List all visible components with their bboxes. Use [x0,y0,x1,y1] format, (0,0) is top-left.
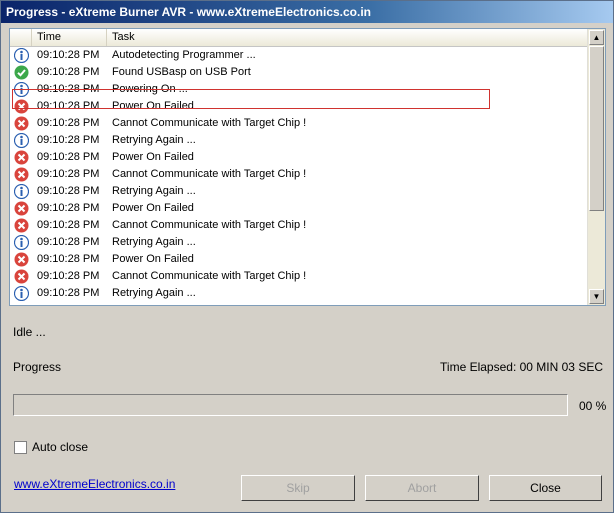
skip-button[interactable]: Skip [241,475,355,501]
info-icon [14,82,29,97]
error-icon [14,150,29,165]
website-link[interactable]: www.eXtremeElectronics.co.in [14,477,175,491]
log-task: Retrying Again ... [112,287,196,299]
log-row[interactable]: 09:10:28 PM Retrying Again ... [10,183,588,200]
log-row[interactable]: 09:10:28 PM Retrying Again ... [10,132,588,149]
log-task: Cannot Communicate with Target Chip ! [112,117,307,129]
log-row[interactable]: 09:10:28 PM Cannot Communicate with Targe… [10,268,588,285]
progress-percent: 00 % [579,399,607,413]
log-task: Retrying Again ... [112,134,196,146]
log-time: 09:10:28 PM [37,83,100,95]
log-row[interactable]: 09:10:28 PM Retrying Again ... [10,285,588,302]
log-task: Power On Failed [112,100,194,112]
status-text: Idle ... [13,325,46,339]
log-time: 09:10:28 PM [37,219,100,231]
error-icon [14,116,29,131]
error-icon [14,269,29,284]
log-time: 09:10:28 PM [37,202,100,214]
log-row[interactable]: 09:10:28 PM Power On Failed [10,98,588,115]
log-row[interactable]: 09:10:28 PM Cannot Communicate with Targe… [10,217,588,234]
info-icon [14,286,29,301]
log-time: 09:10:28 PM [37,66,100,78]
log-row[interactable]: 09:10:28 PM Cannot Communicate with Targe… [10,115,588,132]
error-icon [14,218,29,233]
task-column-header[interactable]: Task [107,29,588,46]
log-list[interactable]: Time Task 09:10:28 PM Autodetecting Progr… [9,28,606,306]
scroll-thumb[interactable] [589,46,604,211]
log-task: Powering On ... [112,83,188,95]
log-time: 09:10:28 PM [37,270,100,282]
log-time: 09:10:28 PM [37,117,100,129]
log-time: 09:10:28 PM [37,151,100,163]
log-header: Time Task [10,29,588,47]
scroll-down-button[interactable]: ▼ [589,289,604,304]
scroll-up-button[interactable]: ▲ [589,30,604,45]
log-time: 09:10:28 PM [37,168,100,180]
log-task: Found USBasp on USB Port [112,66,251,78]
progress-label: Progress [13,360,62,374]
time-column-header[interactable]: Time [32,29,107,46]
log-task: Power On Failed [112,151,194,163]
log-row[interactable]: 09:10:28 PM Power On Failed [10,251,588,268]
progress-bar [13,394,568,416]
close-button[interactable]: Close [489,475,602,501]
info-icon [14,235,29,250]
log-time: 09:10:28 PM [37,100,100,112]
error-icon [14,201,29,216]
log-row[interactable]: 09:10:28 PM Cannot Communicate with Targe… [10,166,588,183]
log-task: Retrying Again ... [112,185,196,197]
auto-close-label[interactable]: Auto close [32,440,88,454]
log-time: 09:10:28 PM [37,185,100,197]
time-elapsed: Time Elapsed: 00 MIN 03 SEC [440,360,603,374]
log-time: 09:10:28 PM [37,49,100,61]
log-task: Power On Failed [112,253,194,265]
info-icon [14,133,29,148]
success-icon [14,65,29,80]
auto-close-checkbox[interactable] [14,441,27,454]
log-task: Power On Failed [112,202,194,214]
error-icon [14,99,29,114]
icon-column-header[interactable] [10,29,32,46]
error-icon [14,167,29,182]
info-icon [14,184,29,199]
log-row[interactable]: 09:10:28 PM Retrying Again ... [10,234,588,251]
log-row[interactable]: 09:10:28 PM Power On Failed [10,200,588,217]
progress-window: Progress - eXtreme Burner AVR - www.eXtr… [0,0,614,513]
log-rows: 09:10:28 PM Autodetecting Programmer ... 0… [10,47,588,302]
log-row[interactable]: 09:10:28 PM Powering On ... [10,81,588,98]
log-row[interactable]: 09:10:28 PM Autodetecting Programmer ... [10,47,588,64]
log-time: 09:10:28 PM [37,287,100,299]
log-task: Cannot Communicate with Target Chip ! [112,270,307,282]
log-time: 09:10:28 PM [37,253,100,265]
error-icon [14,252,29,267]
log-row[interactable]: 09:10:28 PM Power On Failed [10,149,588,166]
vertical-scrollbar[interactable]: ▲ ▼ [587,29,605,305]
window-title: Progress - eXtreme Burner AVR - www.eXtr… [1,1,613,23]
info-icon [14,48,29,63]
log-row[interactable]: 09:10:28 PM Found USBasp on USB Port [10,64,588,81]
log-time: 09:10:28 PM [37,134,100,146]
abort-button[interactable]: Abort [365,475,479,501]
log-time: 09:10:28 PM [37,236,100,248]
log-task: Retrying Again ... [112,236,196,248]
log-task: Autodetecting Programmer ... [112,49,256,61]
log-task: Cannot Communicate with Target Chip ! [112,219,307,231]
log-task: Cannot Communicate with Target Chip ! [112,168,307,180]
